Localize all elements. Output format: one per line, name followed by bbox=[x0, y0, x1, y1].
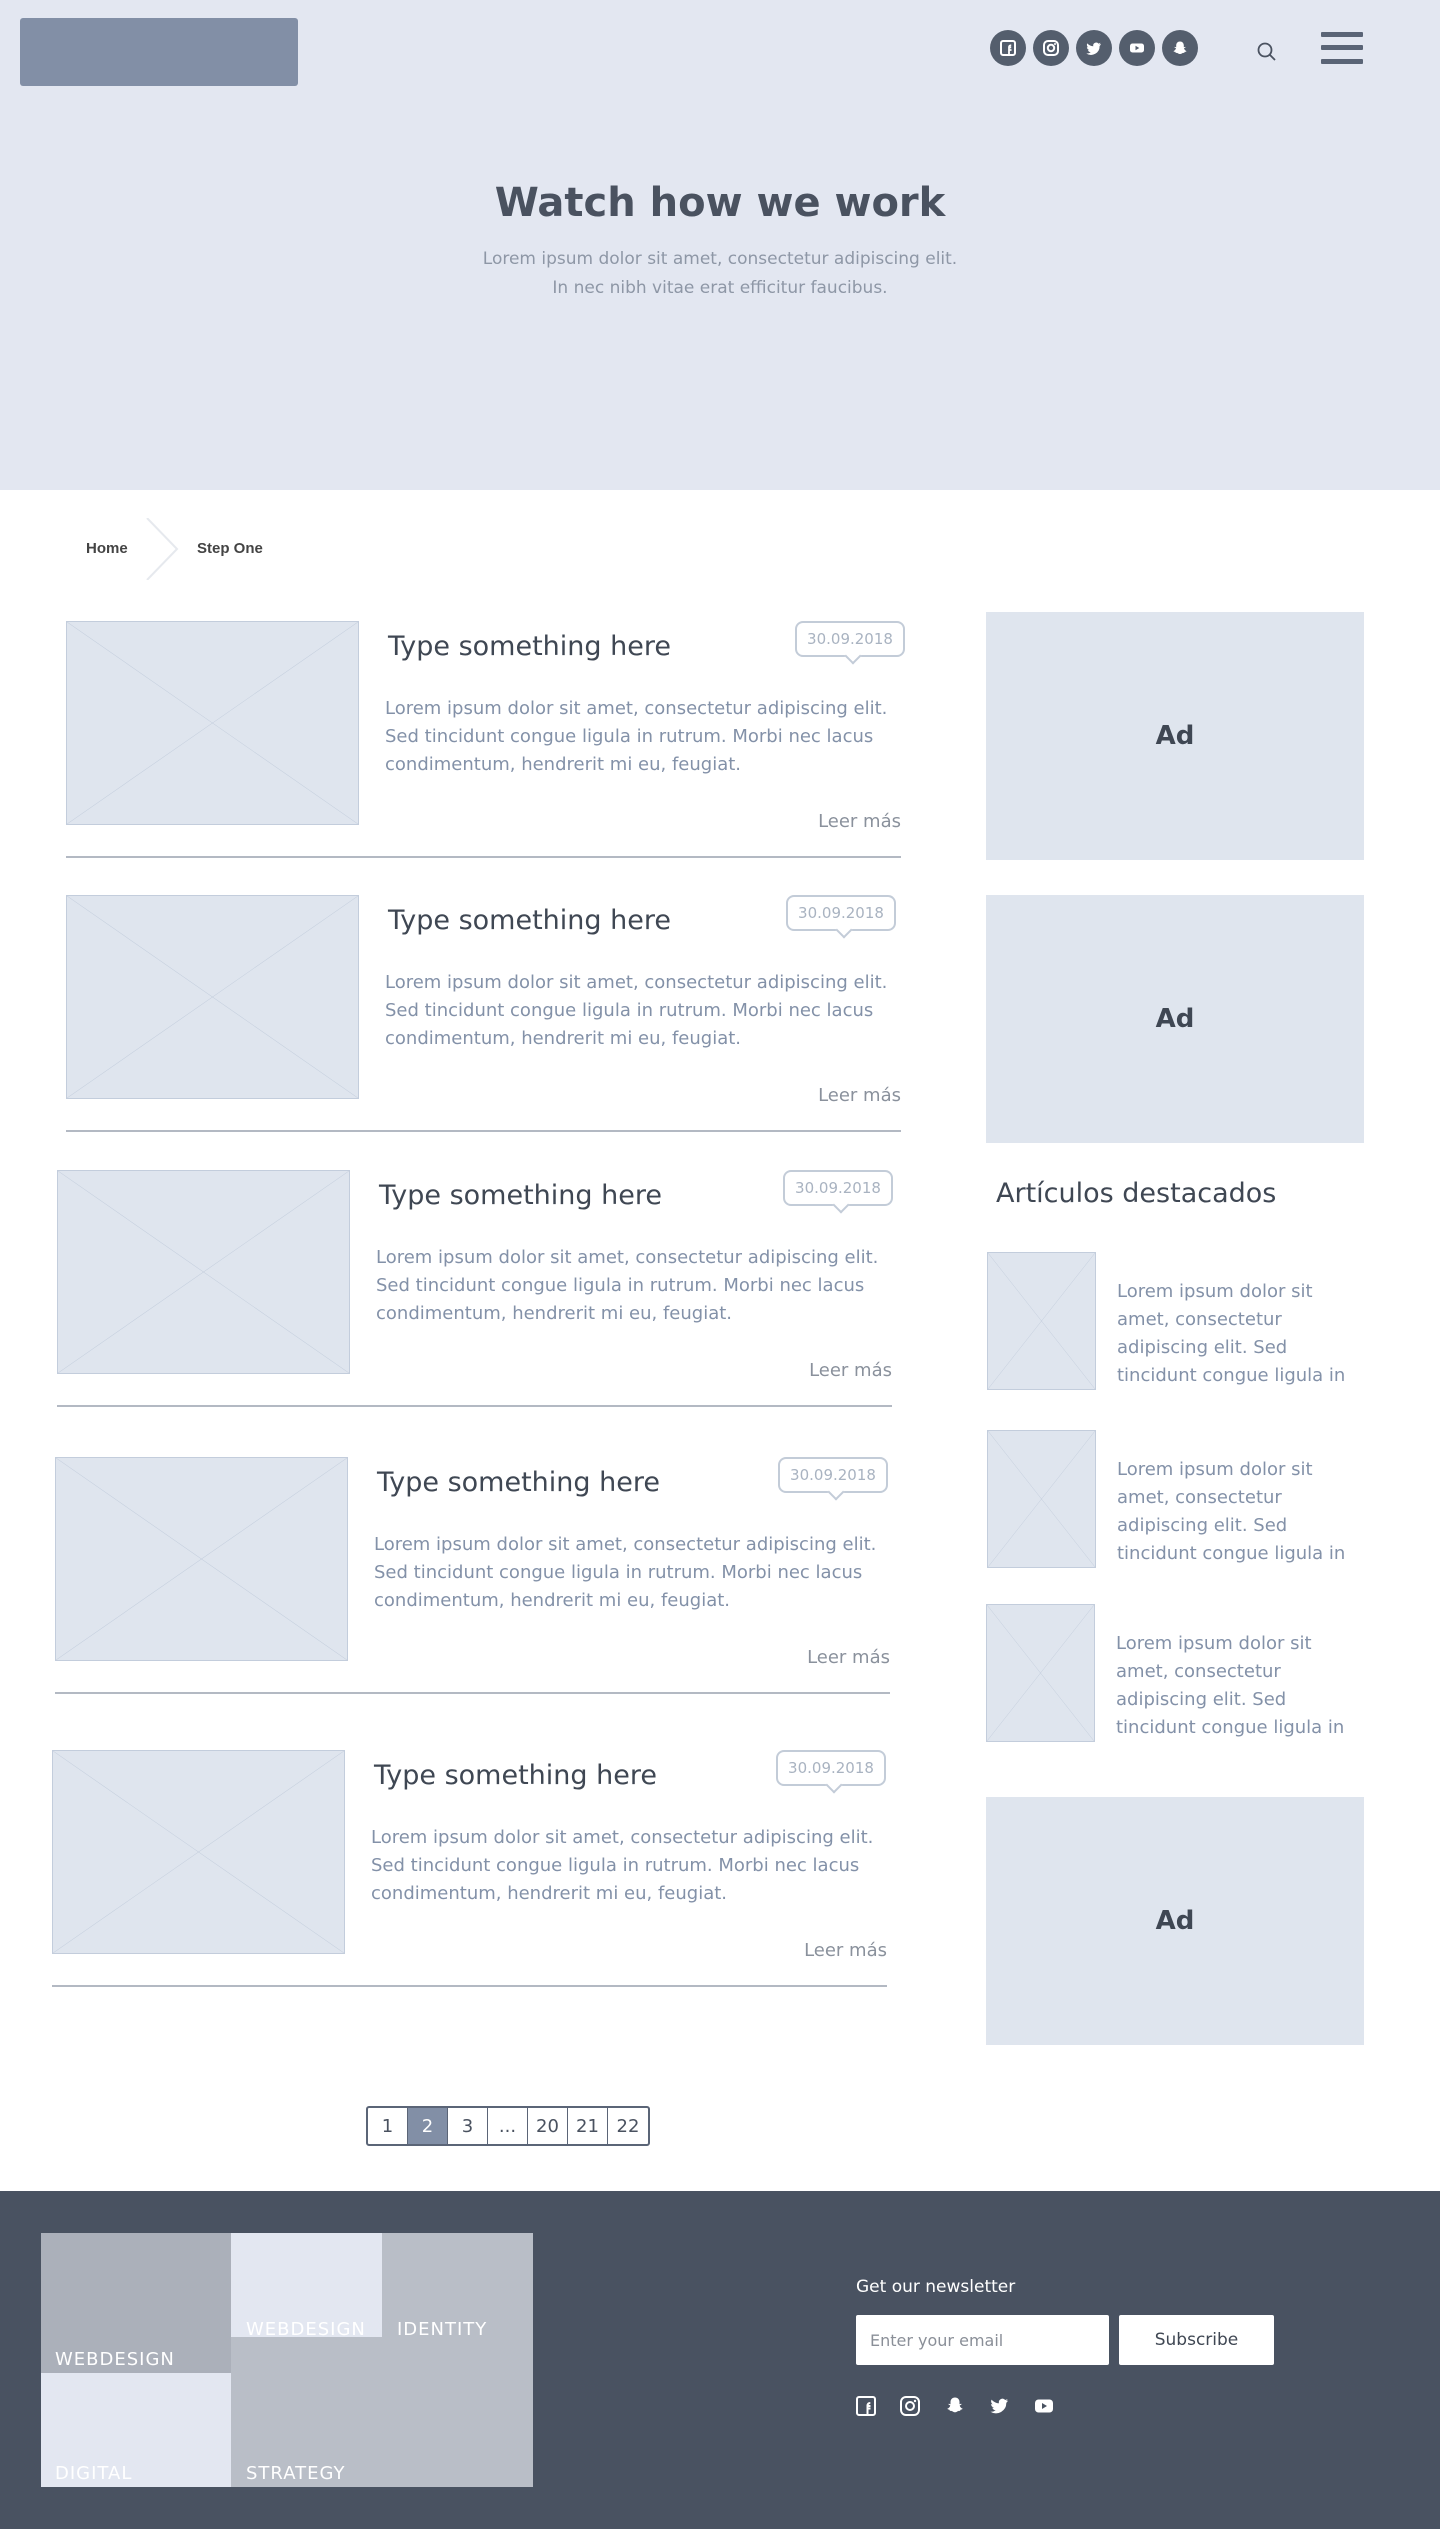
article-image-placeholder[interactable] bbox=[55, 1457, 348, 1661]
snapchat-icon[interactable] bbox=[944, 2395, 966, 2417]
page-link[interactable]: 22 bbox=[608, 2108, 648, 2144]
tile-label: IDENTITY bbox=[397, 2319, 488, 2337]
newsletter-email-input[interactable] bbox=[856, 2315, 1109, 2365]
tile-webdesign[interactable]: WEBDESIGN bbox=[41, 2233, 231, 2373]
tile-identity[interactable]: IDENTITY bbox=[382, 2233, 533, 2337]
article-divider bbox=[66, 1130, 901, 1132]
tile-strategy[interactable]: STRATEGY bbox=[231, 2337, 533, 2487]
tile-webdesign-secondary[interactable]: WEBDESIGN bbox=[231, 2233, 382, 2337]
article-divider bbox=[66, 856, 901, 858]
article-date-badge: 30.09.2018 bbox=[786, 895, 896, 931]
article-title[interactable]: Type something here bbox=[377, 1467, 660, 1498]
article-excerpt: Lorem ipsum dolor sit amet, consectetur … bbox=[376, 1247, 879, 1324]
page-link[interactable]: 21 bbox=[568, 2108, 608, 2144]
search-icon[interactable] bbox=[1255, 40, 1279, 64]
youtube-icon[interactable] bbox=[1119, 30, 1155, 66]
featured-image-placeholder bbox=[987, 1430, 1096, 1568]
article-title[interactable]: Type something here bbox=[388, 631, 671, 662]
featured-article-text: Lorem ipsum dolor sit amet, consectetur … bbox=[1117, 1459, 1346, 1564]
article-excerpt: Lorem ipsum dolor sit amet, consectetur … bbox=[385, 698, 888, 775]
tile-label: DIGITAL bbox=[55, 2463, 133, 2484]
article-card: Type something here 30.09.2018 Lorem ips… bbox=[52, 1750, 897, 2000]
article-date-badge: 30.09.2018 bbox=[776, 1750, 886, 1786]
read-more-link[interactable]: Leer más bbox=[809, 1360, 892, 1381]
breadcrumb-separator-icon bbox=[146, 518, 179, 580]
featured-article-item[interactable]: Lorem ipsum dolor sit amet, consectetur … bbox=[987, 1430, 1365, 1570]
featured-article-text: Lorem ipsum dolor sit amet, consectetur … bbox=[1116, 1633, 1345, 1738]
subscribe-button[interactable]: Subscribe bbox=[1119, 2315, 1274, 2365]
article-excerpt: Lorem ipsum dolor sit amet, consectetur … bbox=[371, 1827, 874, 1904]
article-card: Type something here 30.09.2018 Lorem ips… bbox=[66, 895, 911, 1145]
featured-article-item[interactable]: Lorem ipsum dolor sit amet, consectetur … bbox=[986, 1604, 1364, 1744]
breadcrumb-current[interactable]: Step One bbox=[197, 540, 263, 557]
article-divider bbox=[55, 1692, 890, 1694]
youtube-icon[interactable] bbox=[1033, 2395, 1055, 2417]
newsletter-label: Get our newsletter bbox=[856, 2277, 1016, 2297]
article-excerpt: Lorem ipsum dolor sit amet, consectetur … bbox=[385, 972, 888, 1049]
facebook-icon[interactable] bbox=[855, 2395, 877, 2417]
article-title[interactable]: Type something here bbox=[379, 1180, 662, 1211]
pagination: 1 2 3 ... 20 21 22 bbox=[366, 2106, 650, 2146]
read-more-link[interactable]: Leer más bbox=[818, 811, 901, 832]
article-image-placeholder[interactable] bbox=[52, 1750, 345, 1954]
article-image-placeholder[interactable] bbox=[57, 1170, 350, 1374]
article-date-badge: 30.09.2018 bbox=[778, 1457, 888, 1493]
article-card: Type something here 30.09.2018 Lorem ips… bbox=[55, 1457, 900, 1707]
article-date-badge: 30.09.2018 bbox=[795, 621, 905, 657]
breadcrumb-home[interactable]: Home bbox=[86, 540, 128, 557]
page-link[interactable]: 3 bbox=[448, 2108, 488, 2144]
featured-image-placeholder bbox=[986, 1604, 1095, 1742]
featured-article-item[interactable]: Lorem ipsum dolor sit amet, consectetur … bbox=[987, 1252, 1365, 1392]
read-more-link[interactable]: Leer más bbox=[804, 1940, 887, 1961]
article-divider bbox=[57, 1405, 892, 1407]
page-title: Watch how we work bbox=[494, 180, 946, 226]
page-link[interactable]: 1 bbox=[368, 2108, 408, 2144]
logo[interactable] bbox=[20, 18, 298, 86]
featured-image-placeholder bbox=[987, 1252, 1096, 1390]
twitter-icon[interactable] bbox=[1076, 30, 1112, 66]
facebook-icon[interactable] bbox=[990, 30, 1026, 66]
tile-label: WEBDESIGN bbox=[246, 2319, 366, 2337]
ad-banner[interactable]: Ad bbox=[986, 1797, 1364, 2045]
page-link-current[interactable]: 2 bbox=[408, 2108, 448, 2144]
article-image-placeholder[interactable] bbox=[66, 895, 359, 1099]
article-image-placeholder[interactable] bbox=[66, 621, 359, 825]
article-title[interactable]: Type something here bbox=[374, 1760, 657, 1791]
instagram-icon[interactable] bbox=[899, 2395, 921, 2417]
featured-article-text: Lorem ipsum dolor sit amet, consectetur … bbox=[1117, 1281, 1346, 1386]
ad-banner[interactable]: Ad bbox=[986, 895, 1364, 1143]
hamburger-menu-icon[interactable] bbox=[1321, 30, 1363, 66]
read-more-link[interactable]: Leer más bbox=[818, 1085, 901, 1106]
article-card: Type something here 30.09.2018 Lorem ips… bbox=[57, 1170, 902, 1420]
ad-banner[interactable]: Ad bbox=[986, 612, 1364, 860]
snapchat-icon[interactable] bbox=[1162, 30, 1198, 66]
tile-label: STRATEGY bbox=[246, 2463, 346, 2484]
hero-subtitle: Lorem ipsum dolor sit amet, consectetur … bbox=[0, 245, 1440, 303]
article-title[interactable]: Type something here bbox=[388, 905, 671, 936]
instagram-icon[interactable] bbox=[1033, 30, 1069, 66]
hero-subtitle-line-2: In nec nibh vitae erat efficitur faucibu… bbox=[552, 278, 888, 298]
twitter-icon[interactable] bbox=[988, 2395, 1010, 2417]
article-divider bbox=[52, 1985, 887, 1987]
article-card: Type something here 30.09.2018 Lorem ips… bbox=[66, 621, 911, 871]
hero-subtitle-line-1: Lorem ipsum dolor sit amet, consectetur … bbox=[482, 249, 958, 269]
page-ellipsis: ... bbox=[488, 2108, 528, 2144]
featured-articles-heading: Artículos destacados bbox=[996, 1178, 1277, 1209]
tile-label: WEBDESIGN bbox=[55, 2349, 175, 2370]
tile-digital[interactable]: DIGITAL bbox=[41, 2373, 231, 2487]
page-link[interactable]: 20 bbox=[528, 2108, 568, 2144]
read-more-link[interactable]: Leer más bbox=[807, 1647, 890, 1668]
article-date-badge: 30.09.2018 bbox=[783, 1170, 893, 1206]
article-excerpt: Lorem ipsum dolor sit amet, consectetur … bbox=[374, 1534, 877, 1611]
